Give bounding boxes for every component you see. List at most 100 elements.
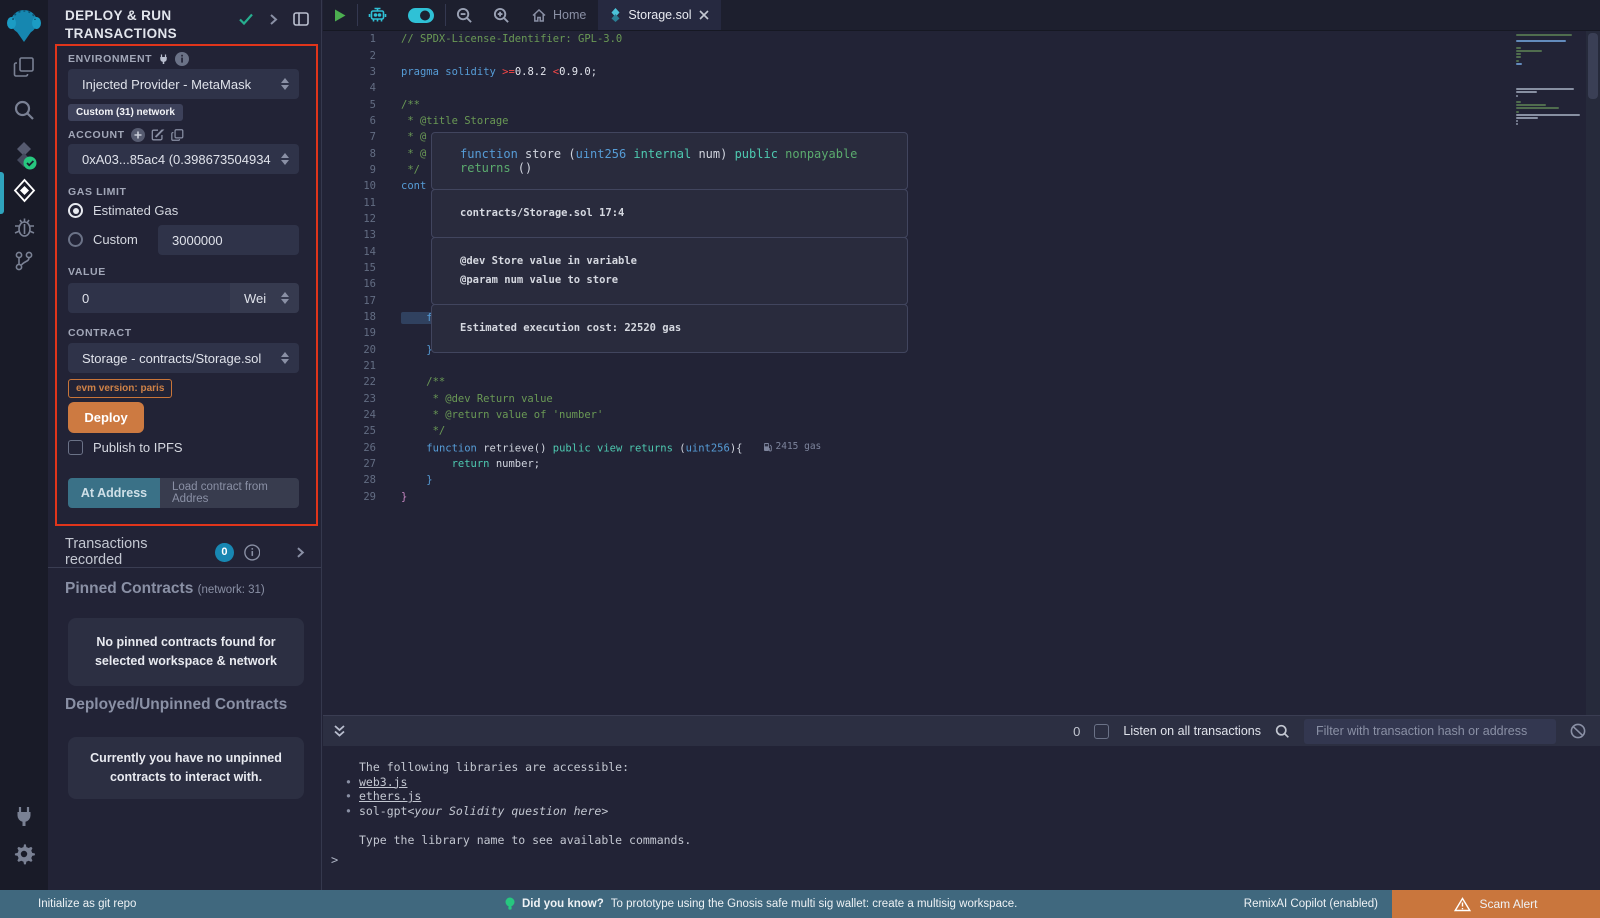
code-line: 4: [323, 80, 1600, 96]
copilot-status[interactable]: RemixAI Copilot (enabled): [1244, 898, 1378, 910]
estimated-gas-radio[interactable]: Estimated Gas: [68, 203, 178, 218]
solidity-file-icon: [610, 8, 621, 22]
at-address-input[interactable]: Load contract from Addres: [160, 478, 299, 508]
terminal-search-icon[interactable]: [1275, 724, 1290, 739]
ai-copilot-robot-icon[interactable]: [358, 0, 397, 30]
line-number: 13: [323, 229, 376, 241]
info-icon[interactable]: [175, 52, 189, 66]
tab-home[interactable]: Home: [520, 0, 598, 30]
custom-gas-input[interactable]: 3000000: [158, 225, 299, 255]
editor-toolbar: Home Storage.sol: [323, 0, 1600, 31]
deploy-and-run-icon[interactable]: [0, 178, 48, 203]
stepper-icon: [281, 78, 289, 90]
listen-all-checkbox[interactable]: [1094, 724, 1109, 739]
edit-account-icon[interactable]: [151, 128, 165, 142]
environment-label: ENVIRONMENT: [68, 52, 189, 66]
git-icon[interactable]: [0, 250, 48, 272]
hover-tooltip: function store (uint256 internal num) pu…: [431, 133, 908, 353]
transactions-expand-icon[interactable]: [296, 546, 305, 559]
search-icon[interactable]: [0, 99, 48, 121]
close-tab-icon[interactable]: [699, 10, 709, 20]
collapse-terminal-icon[interactable]: [333, 724, 346, 738]
status-bar: Initialize as git repo Did you know? To …: [0, 890, 1600, 918]
contract-select[interactable]: Storage - contracts/Storage.sol: [68, 343, 299, 373]
panel-layout-icon[interactable]: [293, 12, 309, 26]
panel-check-icon: [238, 12, 254, 26]
copy-account-icon[interactable]: [171, 128, 184, 142]
value-unit-select[interactable]: Wei: [230, 283, 299, 313]
contract-label: CONTRACT: [68, 327, 132, 339]
line-number: 24: [323, 409, 376, 421]
line-number: 4: [323, 82, 376, 94]
line-number: 1: [323, 33, 376, 45]
tooltip-docs: @dev Store value in variable @param num …: [431, 237, 908, 305]
at-address-button[interactable]: At Address: [68, 478, 160, 508]
publish-ipfs-checkbox[interactable]: [68, 440, 83, 455]
plugin-manager-icon[interactable]: [0, 805, 48, 827]
line-number: 3: [323, 66, 376, 78]
deploy-button[interactable]: Deploy: [68, 402, 144, 433]
zoom-out-icon[interactable]: [446, 0, 483, 30]
minimap[interactable]: [1516, 34, 1582, 126]
code-line: 27 return number;: [323, 456, 1600, 472]
code-line: 6 * @title Storage: [323, 113, 1600, 129]
home-icon: [532, 9, 546, 22]
terminal-line: [323, 818, 1600, 833]
plug-mini-icon: [158, 53, 169, 65]
code-line: 21: [323, 358, 1600, 374]
line-number: 17: [323, 295, 376, 307]
unpinned-contracts-header: Deployed/Unpinned Contracts: [65, 696, 287, 714]
terminal-output: The following libraries are accessible:•…: [323, 746, 1600, 847]
scrollbar-thumb[interactable]: [1588, 33, 1598, 99]
line-number: 14: [323, 246, 376, 258]
gas-estimate-widget: 2415 gas: [763, 441, 822, 452]
scam-alert-button[interactable]: Scam Alert: [1392, 890, 1600, 918]
remix-logo-icon[interactable]: [0, 8, 48, 44]
ai-copilot-toggle[interactable]: [397, 0, 445, 30]
account-select[interactable]: 0xA03...85ac4 (0.398673504934: [68, 144, 299, 174]
debugger-icon[interactable]: [0, 216, 48, 239]
code-line: 25 */: [323, 423, 1600, 439]
solidity-compiler-icon[interactable]: [0, 141, 48, 171]
clear-console-icon[interactable]: [1570, 723, 1586, 739]
pinned-contracts-header: Pinned Contracts (network: 31): [65, 580, 265, 598]
filter-transactions-input[interactable]: Filter with transaction hash or address: [1304, 719, 1556, 744]
settings-gear-icon[interactable]: [0, 843, 48, 865]
publish-ipfs-row[interactable]: Publish to IPFS: [68, 440, 183, 455]
line-number: 5: [323, 99, 376, 111]
line-number: 28: [323, 474, 376, 486]
terminal-line: The following libraries are accessible:: [323, 760, 1600, 775]
code-line: 3pragma solidity >=0.8.2 <0.9.0;: [323, 64, 1600, 80]
line-number: 16: [323, 278, 376, 290]
radio-icon[interactable]: [68, 203, 83, 218]
init-git-repo-button[interactable]: Initialize as git repo: [38, 898, 136, 910]
line-number: 2: [323, 50, 376, 62]
panel-title: DEPLOY & RUN TRANSACTIONS: [65, 7, 250, 43]
line-number: 9: [323, 164, 376, 176]
line-number: 18: [323, 311, 376, 323]
code-line: 5/**: [323, 96, 1600, 112]
value-input[interactable]: 0: [68, 283, 230, 313]
radio-icon[interactable]: [68, 232, 83, 247]
editor-scrollbar[interactable]: [1586, 31, 1600, 715]
pinned-empty-message: No pinned contracts found for selected w…: [68, 618, 304, 686]
environment-select[interactable]: Injected Provider - MetaMask: [68, 69, 299, 99]
line-number: 6: [323, 115, 376, 127]
terminal-link[interactable]: ethers.js: [359, 789, 421, 804]
tab-storage-sol[interactable]: Storage.sol: [598, 0, 720, 30]
run-script-button[interactable]: [323, 0, 357, 30]
add-account-icon[interactable]: [131, 128, 145, 142]
file-explorer-icon[interactable]: [0, 56, 48, 78]
warning-icon: [1454, 897, 1471, 912]
panel-divider: [48, 567, 321, 568]
zoom-in-icon[interactable]: [483, 0, 520, 30]
panel-chevron-icon[interactable]: [269, 13, 278, 26]
terminal-prompt[interactable]: >: [331, 853, 338, 867]
transactions-recorded-label: Transactions recorded: [65, 536, 205, 568]
tooltip-signature: function store (uint256 internal num) pu…: [431, 132, 908, 190]
line-number: 22: [323, 376, 376, 388]
custom-gas-radio[interactable]: Custom: [68, 232, 138, 247]
gas-limit-label: GAS LIMIT: [68, 186, 126, 198]
transactions-info-icon[interactable]: [244, 544, 261, 561]
terminal-link[interactable]: web3.js: [359, 775, 407, 790]
